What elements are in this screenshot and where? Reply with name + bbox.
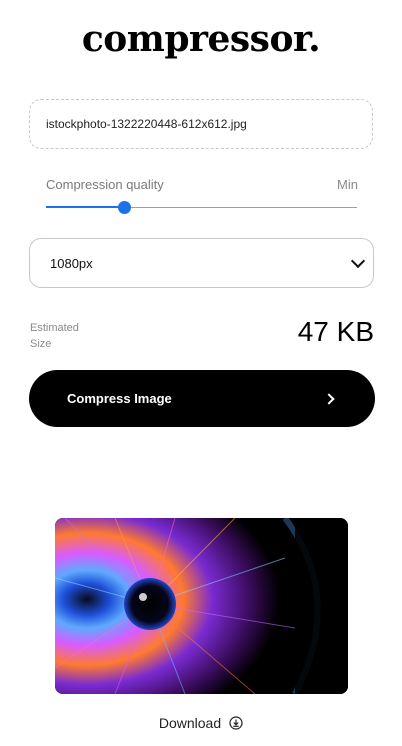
app-logo: compressor. xyxy=(81,18,321,60)
estimated-size-label: Estimated Size xyxy=(30,320,100,352)
download-circle-icon[interactable] xyxy=(229,716,243,730)
resolution-select[interactable]: 1080px xyxy=(29,238,374,288)
slider-thumb[interactable] xyxy=(118,201,131,214)
estimated-label-line1: Estimated xyxy=(30,322,79,334)
compress-button-label: Compress Image xyxy=(67,391,172,406)
download-link[interactable]: Download xyxy=(159,715,221,731)
compression-quality-label: Compression quality xyxy=(46,177,164,192)
quality-slider[interactable] xyxy=(46,198,357,218)
download-area: Download xyxy=(0,715,402,731)
file-name: istockphoto-1322220448-612x612.jpg xyxy=(46,117,247,131)
chevron-down-icon xyxy=(350,253,366,268)
estimated-label-line2: Size xyxy=(30,338,52,350)
file-upload-field[interactable]: istockphoto-1322220448-612x612.jpg xyxy=(29,99,373,149)
compressed-image-preview xyxy=(55,518,348,694)
slider-fill xyxy=(46,206,124,208)
eye-image xyxy=(55,518,348,694)
resolution-selected-value: 1080px xyxy=(50,255,93,271)
quality-min-label: Min xyxy=(337,177,358,192)
estimated-size-value: 47 KB xyxy=(297,316,374,347)
chevron-right-icon xyxy=(323,392,335,405)
compress-image-button[interactable]: Compress Image xyxy=(29,370,375,427)
